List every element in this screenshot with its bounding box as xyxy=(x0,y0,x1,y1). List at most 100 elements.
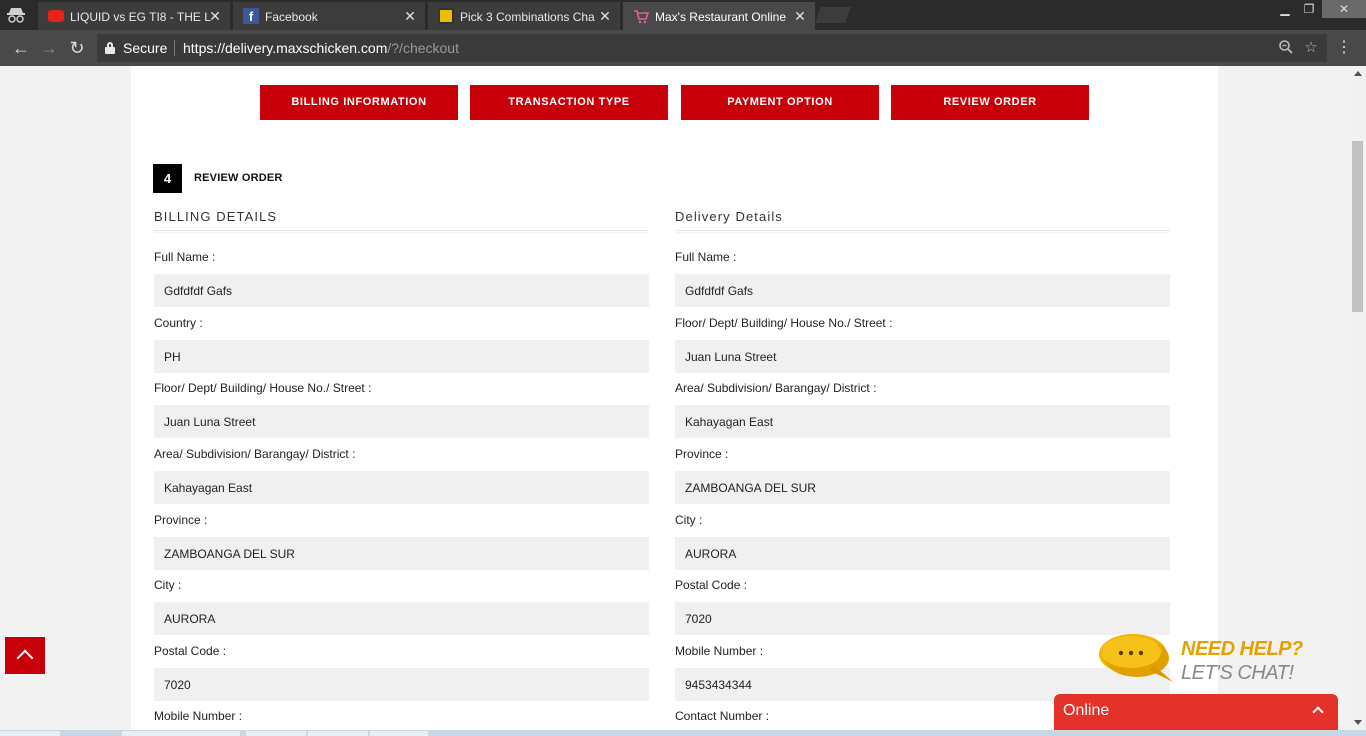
tab-facebook[interactable]: f Facebook ✕ xyxy=(233,2,425,30)
close-icon[interactable]: ✕ xyxy=(793,8,807,24)
field-label: City : xyxy=(154,578,182,592)
taskbar-item[interactable] xyxy=(308,731,368,736)
field-value-box: Gdfdfdf Gafs xyxy=(675,274,1170,307)
field-value: Juan Luna Street xyxy=(164,415,256,429)
close-icon[interactable]: ✕ xyxy=(598,8,612,24)
field-label: Area/ Subdivision/ Barangay/ District : xyxy=(154,447,356,461)
billing-details-column: BILLING DETAILS Full Name : Gdfdfdf Gafs… xyxy=(154,66,649,730)
reload-icon[interactable]: ↻ xyxy=(66,38,88,58)
tab-pick3[interactable]: Pick 3 Combinations Cha ✕ xyxy=(428,2,620,30)
field-value: PH xyxy=(164,350,181,364)
chevron-up-icon xyxy=(16,649,34,667)
tab-youtube[interactable]: LIQUID vs EG TI8 - THE L ✕ xyxy=(38,2,230,30)
page-scrollbar[interactable] xyxy=(1350,66,1366,730)
field-value: Kahayagan East xyxy=(685,415,774,429)
lotto-icon xyxy=(438,8,454,24)
lets-chat-text: LET'S CHAT! xyxy=(1181,662,1294,684)
need-help-text: NEED HELP? xyxy=(1181,638,1303,660)
field-label: Country : xyxy=(154,316,203,330)
field-label: Full Name : xyxy=(675,250,737,264)
divider xyxy=(154,232,649,233)
divider xyxy=(174,40,175,56)
field-label: Province : xyxy=(154,513,208,527)
lock-icon xyxy=(105,42,115,54)
tab-maxs-restaurant[interactable]: Max's Restaurant Online ✕ xyxy=(623,2,815,30)
field-label: City : xyxy=(675,513,703,527)
field-value-box: ZAMBOANGA DEL SUR xyxy=(154,537,649,570)
incognito-icon xyxy=(6,6,26,24)
scrollbar-thumb[interactable] xyxy=(1352,141,1363,312)
field-value: AURORA xyxy=(164,612,216,626)
facebook-icon: f xyxy=(243,8,259,24)
field-label: Floor/ Dept/ Building/ House No./ Street… xyxy=(154,381,372,395)
browser-toolbar: ← → ↻ Secure https://delivery.maxschicke… xyxy=(0,30,1366,66)
address-bar[interactable]: Secure https://delivery.maxschicken.com/… xyxy=(97,34,1327,62)
chat-bubble-icon xyxy=(1099,634,1173,682)
delivery-details-heading: Delivery Details xyxy=(675,209,783,224)
field-value-box: ZAMBOANGA DEL SUR xyxy=(675,471,1170,504)
field-label: Area/ Subdivision/ Barangay/ District : xyxy=(675,381,877,395)
bookmark-star-icon[interactable]: ☆ xyxy=(1302,39,1320,57)
billing-details-heading: BILLING DETAILS xyxy=(154,209,278,224)
scroll-down-arrow-icon[interactable] xyxy=(1354,720,1362,725)
field-value-box: PH xyxy=(154,340,649,373)
field-value-box: Juan Luna Street xyxy=(154,405,649,438)
back-to-top-button[interactable] xyxy=(5,637,45,674)
field-value: 7020 xyxy=(685,612,712,626)
field-value: ZAMBOANGA DEL SUR xyxy=(164,547,295,561)
field-value-box: Gdfdfdf Gafs xyxy=(154,274,649,307)
field-value: Kahayagan East xyxy=(164,481,253,495)
secure-label: Secure xyxy=(123,40,168,56)
url-text[interactable]: https://delivery.maxschicken.com/?/check… xyxy=(183,40,459,56)
field-value-box: AURORA xyxy=(675,537,1170,570)
field-label: Contact Number : xyxy=(675,709,770,723)
field-value: Gdfdfdf Gafs xyxy=(164,284,233,298)
window-close-icon[interactable]: ✕ xyxy=(1322,0,1366,18)
divider xyxy=(154,230,649,231)
tab-strip: LIQUID vs EG TI8 - THE L ✕ f Facebook ✕ … xyxy=(0,0,1366,30)
field-value: ZAMBOANGA DEL SUR xyxy=(685,481,816,495)
field-value: 9453434344 xyxy=(685,678,752,692)
field-value: Gdfdfdf Gafs xyxy=(685,284,754,298)
youtube-icon xyxy=(48,10,64,22)
field-label: Province : xyxy=(675,447,729,461)
tab-title: Pick 3 Combinations Cha xyxy=(460,10,595,24)
chat-status: Online xyxy=(1063,702,1110,719)
divider xyxy=(675,230,1170,231)
close-icon[interactable]: ✕ xyxy=(208,8,222,24)
field-label: Postal Code : xyxy=(154,644,227,658)
field-value: 7020 xyxy=(164,678,191,692)
scroll-up-arrow-icon[interactable] xyxy=(1354,71,1362,76)
field-label: Postal Code : xyxy=(675,578,748,592)
close-icon[interactable]: ✕ xyxy=(403,8,417,24)
divider xyxy=(675,232,1170,233)
field-value-box: AURORA xyxy=(154,602,649,635)
tab-title: Facebook xyxy=(265,10,318,24)
menu-icon[interactable]: ⋮ xyxy=(1336,38,1352,58)
field-label: Full Name : xyxy=(154,250,216,264)
field-label: Mobile Number : xyxy=(675,644,764,658)
field-label: Mobile Number : xyxy=(154,709,243,723)
taskbar-item[interactable] xyxy=(370,731,428,736)
taskbar-item[interactable] xyxy=(122,731,240,736)
new-tab-button[interactable] xyxy=(815,7,851,23)
start-button[interactable] xyxy=(0,731,60,736)
restore-icon[interactable]: ❐ xyxy=(1296,0,1322,18)
minimize-icon[interactable]: ▁ xyxy=(1272,0,1298,18)
tab-title: Max's Restaurant Online xyxy=(655,10,787,24)
need-help-widget[interactable]: NEED HELP? LET'S CHAT! xyxy=(1095,630,1305,692)
chevron-up-icon[interactable] xyxy=(1312,706,1324,718)
field-value-box: Kahayagan East xyxy=(154,471,649,504)
field-label: Floor/ Dept/ Building/ House No./ Street… xyxy=(675,316,893,330)
checkout-card: BILLING INFORMATION TRANSACTION TYPE PAY… xyxy=(131,66,1218,730)
back-arrow-icon[interactable]: ← xyxy=(10,38,32,58)
field-value: Juan Luna Street xyxy=(685,350,777,364)
field-value-box: 7020 xyxy=(154,668,649,701)
forward-arrow-icon[interactable]: → xyxy=(38,38,60,58)
field-value: AURORA xyxy=(685,547,737,561)
zoom-icon[interactable] xyxy=(1277,39,1295,57)
tab-title: LIQUID vs EG TI8 - THE L xyxy=(70,10,211,24)
field-value-box: Kahayagan East xyxy=(675,405,1170,438)
cart-icon xyxy=(633,8,650,24)
taskbar-item[interactable] xyxy=(246,731,306,736)
